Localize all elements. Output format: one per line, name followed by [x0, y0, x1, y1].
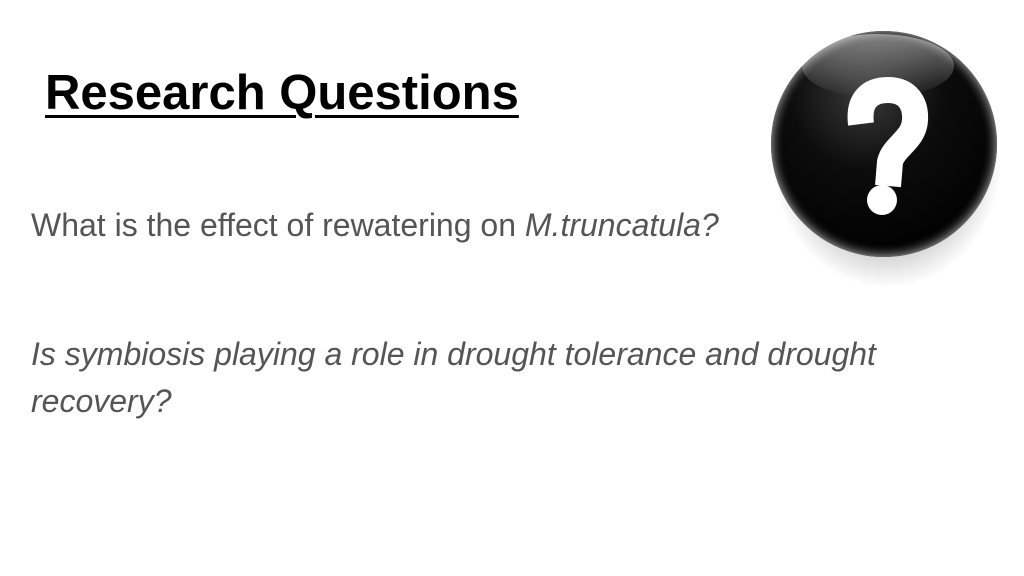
slide: Research Questions What is the effect of… [0, 0, 1024, 576]
question-1-species: M.truncatula? [524, 207, 719, 243]
question-mark-icon [771, 31, 1000, 288]
slide-title: Research Questions [45, 66, 519, 120]
question-mark-dot [867, 185, 897, 215]
question-2: Is symbiosis playing a role in drought t… [31, 336, 876, 419]
question-1-text: What is the effect of rewatering on [31, 207, 525, 243]
question-1: What is the effect of rewatering on M.tr… [31, 203, 719, 247]
